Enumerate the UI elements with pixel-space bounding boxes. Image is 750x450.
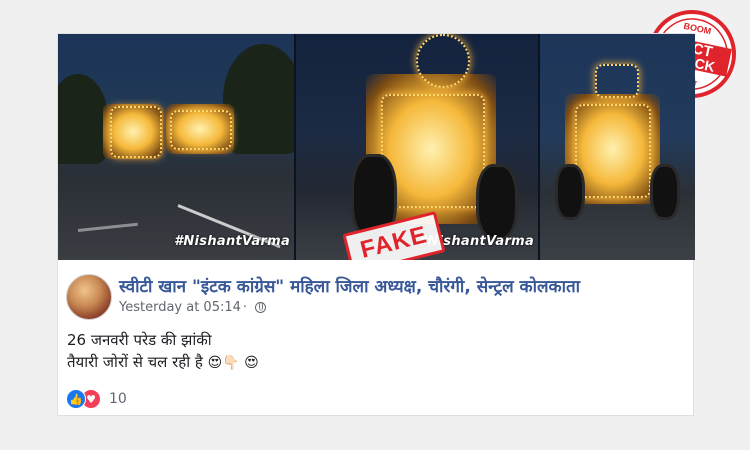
post-line-1: 26 जनवरी परेड की झांकी (67, 331, 212, 349)
post-body: 26 जनवरी परेड की झांकी तैयारी जोरों से च… (67, 329, 259, 374)
avatar[interactable] (66, 274, 112, 320)
post-timestamp[interactable]: Yesterday at 05:14 (119, 300, 241, 315)
video-frame-1: #NishantVarma (58, 34, 294, 260)
reactions-bar[interactable]: 👍 ♥ 10 (66, 389, 127, 409)
post-video-thumbnail[interactable]: #NishantVarma #NishantVarma FAKE (58, 34, 695, 260)
like-icon: 👍 (66, 389, 86, 409)
facebook-post-card: #NishantVarma #NishantVarma FAKE स्वीटी … (57, 33, 695, 416)
post-line-2: तैयारी जोरों से चल रही है (67, 353, 203, 371)
post-header: स्वीटी खान "इंटक कांग्रेस" महिला जिला अध… (66, 274, 686, 320)
post-meta: Yesterday at 05:14 · (119, 300, 267, 315)
video-frame-3 (540, 34, 695, 260)
author-name[interactable]: स्वीटी खान "इंटक कांग्रेस" महिला जिला अध… (119, 274, 580, 297)
globe-icon[interactable] (255, 302, 267, 313)
reaction-count[interactable]: 10 (109, 391, 127, 407)
post-emojis: 😍👇🏻 😍 (207, 355, 259, 371)
watermark-left: #NishantVarma (174, 234, 291, 249)
